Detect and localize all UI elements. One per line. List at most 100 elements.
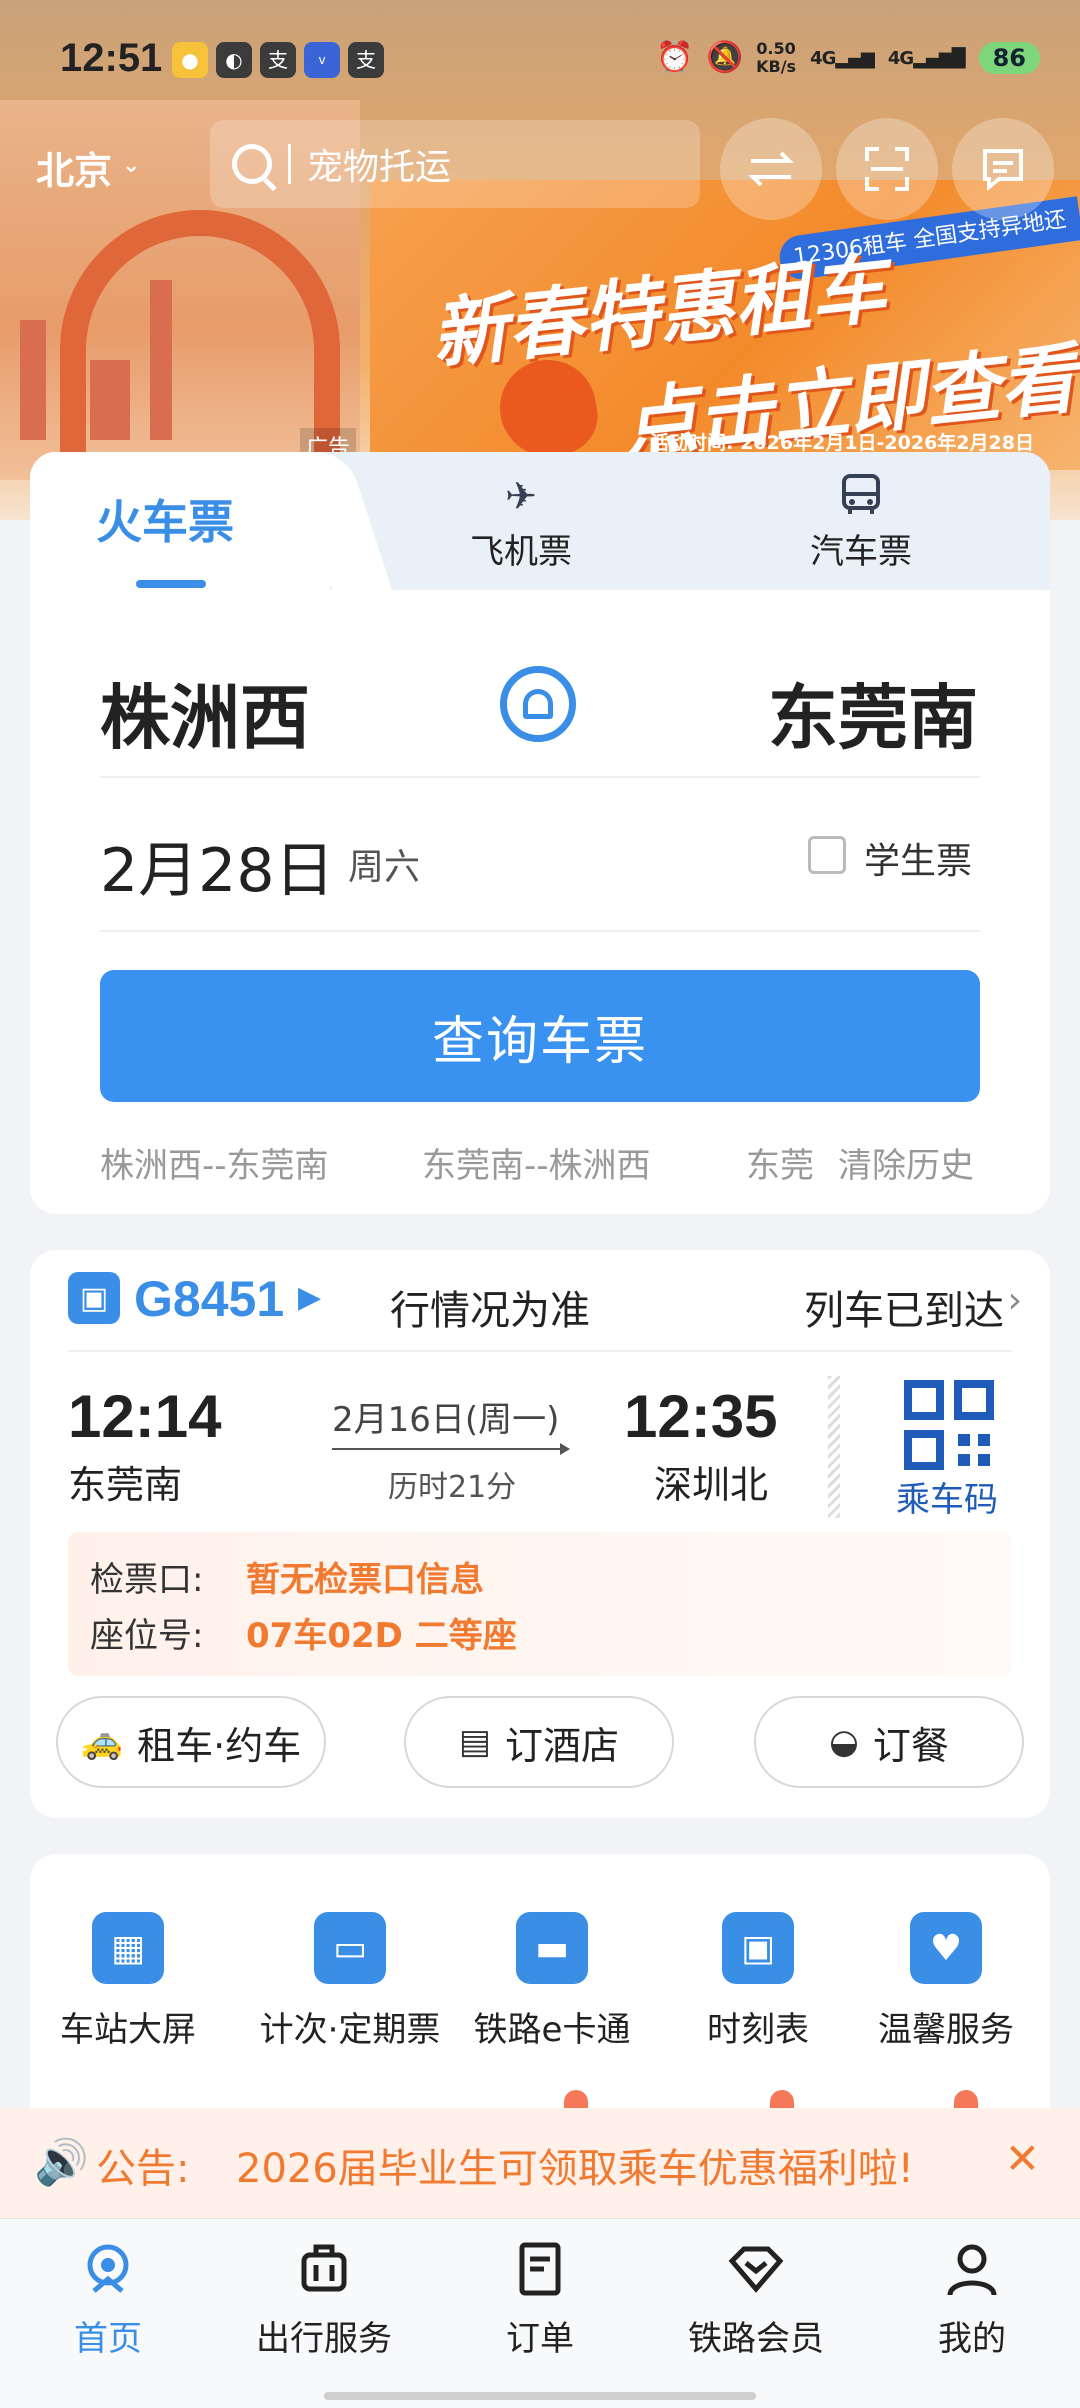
trip-date: 2月16日(周一) bbox=[332, 1400, 560, 1440]
divider bbox=[100, 776, 980, 778]
nav-orders[interactable]: 订单 bbox=[432, 2241, 648, 2360]
diamond-icon bbox=[727, 2241, 785, 2299]
gate-value: 暂无检票口信息 bbox=[246, 1560, 484, 1600]
announcement-bar[interactable]: 🔊 公告: 2026届毕业生可领取乘车优惠福利啦! ✕ bbox=[0, 2108, 1080, 2218]
home-indicator[interactable] bbox=[324, 2392, 756, 2400]
car-icon: 🚕 bbox=[80, 1722, 124, 1762]
seat-value: 07车02D 二等座 bbox=[246, 1616, 517, 1656]
service-station-screen[interactable]: ▦ 车站大屏 bbox=[28, 1912, 228, 2051]
banner-building-art bbox=[150, 280, 172, 440]
railway-card-icon: ▬ bbox=[516, 1912, 588, 1984]
tab-flight[interactable]: ✈ 飞机票 bbox=[470, 472, 572, 573]
city-name: 北京 bbox=[36, 149, 113, 193]
chevron-down-icon: ⌄ bbox=[122, 153, 141, 178]
tab-bus[interactable]: 汽车票 bbox=[810, 472, 912, 573]
student-ticket-label[interactable]: 学生票 bbox=[864, 832, 972, 884]
switch-button[interactable] bbox=[720, 118, 822, 220]
nav-label: 铁路会员 bbox=[688, 2319, 824, 2359]
service-care[interactable]: ♥ 温馨服务 bbox=[846, 1912, 1046, 2051]
train-icon: ▣ bbox=[68, 1272, 120, 1324]
arrival-station: 深圳北 bbox=[654, 1463, 769, 1507]
railway-logo-icon bbox=[523, 689, 553, 719]
travel-weekday: 周六 bbox=[348, 847, 421, 888]
service-label: 时刻表 bbox=[707, 2010, 809, 2050]
train-status[interactable]: 列车已到达 bbox=[804, 1278, 1014, 1336]
student-ticket-checkbox[interactable] bbox=[808, 836, 846, 874]
ticket-search-card: 火车票 ✈ 飞机票 汽车票 株洲西 东莞南 2月28日 周六 学生票 查询车票 … bbox=[30, 452, 1050, 1214]
net-speed: 0.50 KB/s bbox=[756, 40, 796, 76]
status-bar: 12:51 ● ◐ 支 v 支 ⏰ 🔕 0.50 KB/s 4G▂▄▆ 4G▂▄… bbox=[0, 0, 1080, 120]
departure-time: 12:14 bbox=[68, 1383, 222, 1450]
announcement-text[interactable]: 2026届毕业生可领取乘车优惠福利啦! bbox=[236, 2136, 914, 2194]
nav-travel-services[interactable]: 出行服务 bbox=[216, 2241, 432, 2360]
train-front-icon: ▣ bbox=[722, 1912, 794, 1984]
tab-active-indicator bbox=[136, 580, 206, 588]
swap-arrows-icon bbox=[748, 151, 794, 187]
to-station[interactable]: 东莞南 bbox=[768, 662, 978, 763]
vivo-icon: v bbox=[304, 42, 340, 78]
upcoming-trip-card[interactable]: ▣ G8451 ▶ 行情况为准 列车已到达 › 12:14 东莞南 2月16日(… bbox=[30, 1250, 1050, 1818]
notification-app-icon: ● bbox=[172, 42, 208, 78]
travel-date[interactable]: 2月28日 bbox=[100, 822, 335, 909]
history-item[interactable]: 株洲西--东莞南 bbox=[100, 1138, 329, 1187]
bottom-navigation: 首页 出行服务 订单 铁路会员 我的 bbox=[0, 2218, 1080, 2408]
chevron-right-icon[interactable]: › bbox=[1008, 1280, 1022, 1321]
departure-station: 东莞南 bbox=[68, 1463, 183, 1507]
arrival-time: 12:35 bbox=[624, 1383, 778, 1450]
train-number[interactable]: G8451 bbox=[134, 1270, 284, 1328]
search-placeholder: 宠物托运 bbox=[307, 147, 452, 188]
hotel-button[interactable]: ▤ 订酒店 bbox=[404, 1696, 674, 1788]
history-item[interactable]: 东莞南--株洲西 bbox=[422, 1138, 651, 1187]
mute-icon: 🔕 bbox=[706, 40, 744, 75]
history-item[interactable]: 东莞 bbox=[746, 1138, 814, 1187]
boarding-code-label[interactable]: 乘车码 bbox=[896, 1472, 998, 1521]
close-icon[interactable]: ✕ bbox=[1005, 2134, 1040, 2183]
banner-building-art bbox=[90, 360, 130, 440]
service-label: 计次·定期票 bbox=[259, 2010, 441, 2050]
signal-icon: 4G▂▄▆ bbox=[810, 47, 875, 69]
meal-button[interactable]: ◒ 订餐 bbox=[754, 1696, 1024, 1788]
gate-label: 检票口: bbox=[90, 1560, 204, 1600]
car-rental-label: 租车·约车 bbox=[137, 1723, 302, 1768]
nav-label: 我的 bbox=[938, 2319, 1006, 2359]
nav-membership[interactable]: 铁路会员 bbox=[648, 2241, 864, 2360]
heart-icon: ♥ bbox=[910, 1912, 982, 1984]
luggage-icon bbox=[295, 2241, 353, 2299]
scan-button[interactable] bbox=[836, 118, 938, 220]
query-tickets-button[interactable]: 查询车票 bbox=[100, 970, 980, 1102]
ticket-card-icon: ▭ bbox=[314, 1912, 386, 1984]
search-bar[interactable]: 宠物托运 bbox=[210, 120, 700, 208]
scan-icon bbox=[865, 147, 909, 191]
food-cloche-icon: ◒ bbox=[829, 1722, 859, 1762]
meal-label: 订餐 bbox=[872, 1723, 949, 1768]
services-grid: ▦ 车站大屏 ▭ 计次·定期票 ▬ 铁路e卡通 ▣ 时刻表 ♥ 温馨服务 bbox=[28, 1854, 1050, 2120]
train-notice-marquee: 行情况为准 bbox=[390, 1288, 590, 1334]
user-icon bbox=[943, 2241, 1001, 2299]
service-ecard[interactable]: ▬ 铁路e卡通 bbox=[452, 1912, 652, 2051]
car-rental-button[interactable]: 🚕 租车·约车 bbox=[56, 1696, 326, 1788]
swap-stations-button[interactable] bbox=[500, 666, 576, 742]
order-icon bbox=[511, 2241, 569, 2299]
from-station[interactable]: 株洲西 bbox=[100, 662, 310, 763]
service-pass-ticket[interactable]: ▭ 计次·定期票 bbox=[230, 1912, 470, 2051]
signal-label: 4G bbox=[810, 47, 836, 69]
tab-train-label[interactable]: 火车票 bbox=[96, 486, 234, 552]
hotel-icon: ▤ bbox=[458, 1722, 492, 1762]
battery-level: 86 bbox=[978, 42, 1040, 74]
city-selector[interactable]: 北京 ⌄ bbox=[36, 140, 140, 195]
seat-label: 座位号: bbox=[90, 1616, 204, 1656]
qr-code-icon[interactable] bbox=[904, 1380, 994, 1470]
message-button[interactable] bbox=[952, 118, 1054, 220]
nav-label: 订单 bbox=[506, 2319, 574, 2359]
announcement-label: 公告: bbox=[96, 2146, 190, 2192]
nav-label: 出行服务 bbox=[256, 2319, 392, 2359]
service-timetable[interactable]: ▣ 时刻表 bbox=[658, 1912, 858, 2051]
nav-profile[interactable]: 我的 bbox=[864, 2241, 1080, 2360]
trip-duration: 历时21分 bbox=[388, 1470, 517, 1505]
tab-flight-label: 飞机票 bbox=[470, 532, 572, 572]
dashed-separator bbox=[828, 1376, 840, 1518]
speaker-icon: 🔊 bbox=[34, 2137, 89, 2188]
alipay-icon: 支 bbox=[348, 42, 384, 78]
nav-home[interactable]: 首页 bbox=[0, 2241, 216, 2360]
clear-history-button[interactable]: 清除历史 bbox=[838, 1138, 974, 1187]
